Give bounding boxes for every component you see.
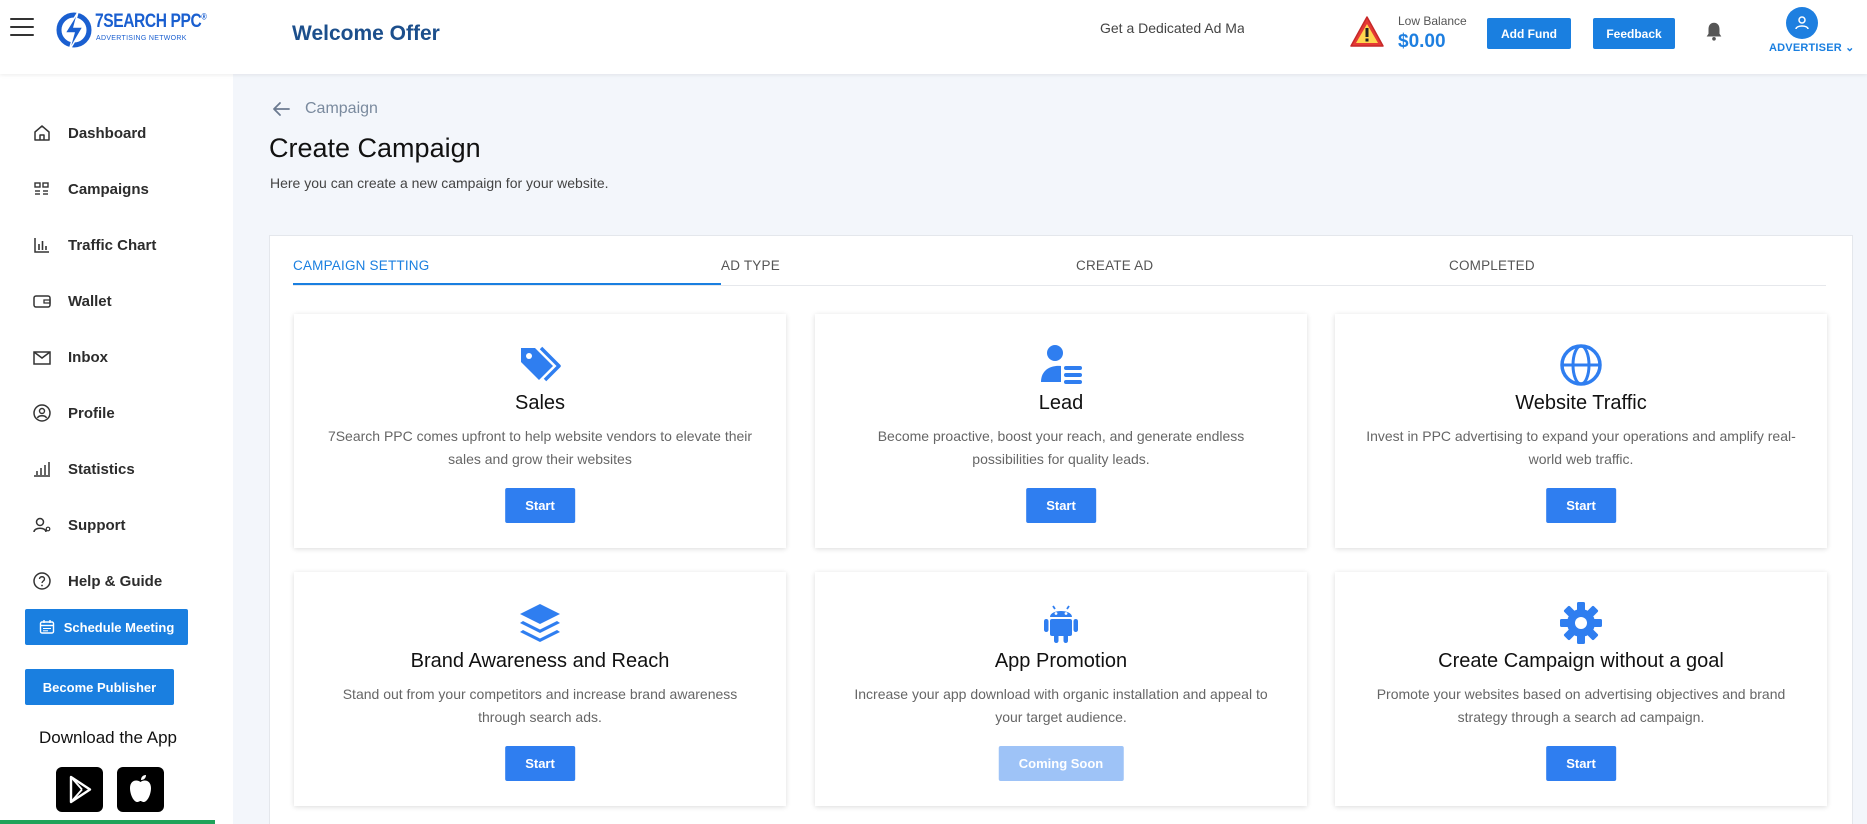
apple-icon (130, 775, 151, 802)
campaigns-icon (34, 182, 49, 195)
tab-campaign-setting[interactable]: CAMPAIGN SETTING (293, 258, 429, 273)
card-description: Increase your app download with organic … (854, 686, 1268, 725)
sidebar-item-statistics[interactable]: Statistics (32, 449, 222, 489)
app-store-button[interactable] (117, 767, 164, 812)
add-fund-button[interactable]: Add Fund (1487, 18, 1571, 49)
avatar[interactable] (1786, 7, 1818, 39)
card-description: 7Search PPC comes upfront to help websit… (327, 428, 753, 467)
statistics-icon (34, 462, 50, 477)
bar-chart-icon (34, 238, 49, 253)
globe-icon (1560, 344, 1602, 386)
card-title: Sales (514, 392, 566, 414)
active-tab-indicator (293, 283, 721, 285)
sidebar-item-label: Statistics (68, 460, 135, 478)
goal-card-no-goal[interactable]: Create Campaign without a goal Promote y… (1335, 572, 1827, 806)
page-title: Create Campaign (269, 133, 481, 163)
schedule-meeting-label: Schedule Meeting (63, 619, 175, 635)
sidebar-item-support[interactable]: Support (32, 505, 222, 545)
sidebar-item-inbox[interactable]: Inbox (32, 337, 222, 377)
sidebar-item-label: Help & Guide (68, 572, 163, 590)
sidebar-bottom-bar (0, 820, 215, 824)
sidebar-item-label: Campaigns (68, 180, 149, 198)
sidebar-item-traffic-chart[interactable]: Traffic Chart (32, 225, 222, 265)
help-icon (33, 572, 51, 590)
become-publisher-button[interactable]: Become Publisher (25, 669, 174, 705)
start-sales-button[interactable]: Start (505, 488, 575, 523)
top-header: 7SEARCH PPC® ADVERTISING NETWORK Welcome… (0, 0, 1867, 74)
goal-card-sales[interactable]: Sales 7Search PPC comes upfront to help … (294, 314, 786, 548)
sidebar-item-dashboard[interactable]: Dashboard (32, 113, 222, 153)
campaign-steps-tabs: CAMPAIGN SETTING AD TYPE CREATE AD COMPL… (293, 250, 1826, 286)
card-title: Brand Awareness and Reach (410, 650, 670, 672)
sidebar: Dashboard Campaigns Traffic Chart Wallet… (0, 74, 233, 824)
wallet-icon (33, 295, 51, 308)
sidebar-item-wallet[interactable]: Wallet (32, 281, 222, 321)
android-icon (1044, 605, 1078, 643)
google-play-icon (69, 775, 92, 804)
warning-icon (1350, 16, 1384, 47)
download-app-title: Download the App (39, 728, 177, 747)
card-description: Stand out from your competitors and incr… (342, 686, 738, 725)
profile-icon (33, 404, 51, 422)
account-role-dropdown[interactable]: ADVERTISER ⌄ (1769, 41, 1855, 54)
balance-label: Low Balance (1398, 14, 1467, 28)
sidebar-item-profile[interactable]: Profile (32, 393, 222, 433)
card-description: Promote your websites based on advertisi… (1376, 686, 1786, 725)
sidebar-item-label: Dashboard (68, 124, 147, 142)
bell-icon[interactable] (1703, 20, 1725, 42)
tab-create-ad[interactable]: CREATE AD (1076, 258, 1153, 273)
layers-icon (520, 604, 560, 642)
start-website-traffic-button[interactable]: Start (1546, 488, 1616, 523)
logo[interactable]: 7SEARCH PPC® ADVERTISING NETWORK (55, 8, 215, 54)
start-lead-button[interactable]: Start (1026, 488, 1096, 523)
balance-value: $0.00 (1398, 31, 1446, 52)
goal-card-app-promotion: App Promotion Increase your app download… (815, 572, 1307, 806)
back-arrow-icon[interactable] (270, 98, 292, 120)
sidebar-item-label: Traffic Chart (68, 236, 157, 254)
sidebar-item-help-guide[interactable]: Help & Guide (32, 561, 222, 601)
sidebar-item-label: Profile (68, 404, 115, 422)
calendar-icon (39, 620, 54, 634)
goal-card-brand-awareness[interactable]: Brand Awareness and Reach Stand out from… (294, 572, 786, 806)
start-brand-awareness-button[interactable]: Start (505, 746, 575, 781)
feedback-button[interactable]: Feedback (1593, 18, 1675, 49)
welcome-offer-link[interactable]: Welcome Offer (292, 22, 440, 46)
card-title: Create Campaign without a goal (1438, 650, 1724, 672)
sidebar-item-label: Inbox (68, 348, 108, 366)
logo-name: 7SEARCH PPC® (95, 11, 207, 32)
coming-soon-button: Coming Soon (998, 746, 1124, 781)
goal-card-lead[interactable]: Lead Become proactive, boost your reach,… (815, 314, 1307, 548)
menu-icon[interactable] (10, 18, 34, 38)
card-title: App Promotion (994, 650, 1128, 672)
google-play-button[interactable] (56, 767, 103, 812)
card-description: Become proactive, boost your reach, and … (877, 428, 1245, 467)
card-description: Invest in PPC advertising to expand your… (1366, 428, 1796, 467)
user-list-icon (1041, 345, 1082, 384)
logo-mark-icon (56, 11, 92, 52)
tag-icon (521, 346, 561, 382)
tab-ad-type[interactable]: AD TYPE (721, 258, 780, 273)
support-icon (33, 517, 51, 533)
schedule-meeting-button[interactable]: Schedule Meeting (25, 609, 188, 645)
sidebar-item-label: Wallet (68, 292, 112, 310)
user-icon (1795, 16, 1809, 30)
page-description: Here you can create a new campaign for y… (270, 175, 609, 191)
breadcrumb[interactable]: Campaign (305, 100, 378, 118)
sidebar-item-label: Support (68, 516, 126, 534)
goal-card-website-traffic[interactable]: Website Traffic Invest in PPC advertisin… (1335, 314, 1827, 548)
gear-icon (1560, 602, 1602, 644)
card-title: Lead (1038, 392, 1084, 414)
home-icon (34, 125, 50, 141)
inbox-icon (33, 351, 51, 365)
logo-tagline: ADVERTISING NETWORK (96, 35, 187, 42)
tab-completed[interactable]: COMPLETED (1449, 258, 1535, 273)
sidebar-item-campaigns[interactable]: Campaigns (32, 169, 222, 209)
start-no-goal-button[interactable]: Start (1546, 746, 1616, 781)
announcement-ticker: Get a Dedicated Ad Ma (1100, 20, 1244, 36)
card-title: Website Traffic (1515, 392, 1647, 414)
